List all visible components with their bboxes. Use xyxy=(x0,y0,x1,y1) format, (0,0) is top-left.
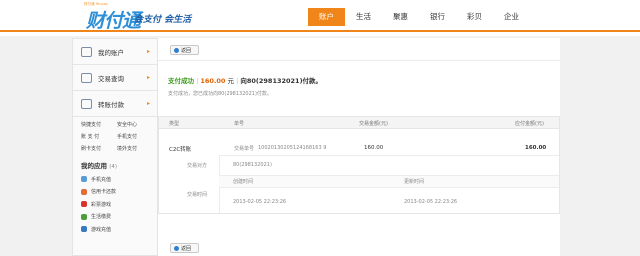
updated-label: 更新时间 xyxy=(404,179,425,185)
created-label: 创建时间 xyxy=(233,179,254,185)
link-security-center[interactable]: 安全中心 xyxy=(117,121,153,128)
link-card-pay[interactable]: 刷卡支付 xyxy=(81,145,117,152)
transaction-detail: 交易对方 80(298132021) 交易时间 创建时间 更新时间 2013-0… xyxy=(187,155,559,213)
header-payable: 应付金额(元) xyxy=(515,121,544,127)
row-payable: 160.00 xyxy=(525,145,547,151)
top-nav: 账户 生活 聚惠 银行 彩贝 企业 xyxy=(308,8,530,26)
app-item-label: 游戏充值 xyxy=(91,226,112,233)
my-apps-label: 我的应用 xyxy=(81,162,107,170)
game-icon xyxy=(81,226,87,233)
link-mobile-pay[interactable]: 手机支付 xyxy=(117,133,153,140)
back-button-bottom[interactable]: 返回 xyxy=(170,243,199,253)
app-item-lottery[interactable]: 彩票游戏 xyxy=(73,198,157,211)
app-item-label: 手机充值 xyxy=(91,176,112,183)
logo-slogan: 会支付 会生活 xyxy=(134,15,192,25)
status-recipient: 向80(298132021)付款。 xyxy=(240,77,323,85)
back-button-label: 返回 xyxy=(181,245,192,252)
sub-status: 支付成功，您已成功向80(298132021)付款。 xyxy=(168,91,272,97)
header: 财付通 Tenpay 财付通 会支付 会生活 账户 生活 聚惠 银行 彩贝 企业 xyxy=(0,0,640,36)
search-icon xyxy=(81,72,92,83)
app-item-label: 彩票游戏 xyxy=(91,201,112,208)
link-overseas-pay[interactable]: 境外支付 xyxy=(117,145,153,152)
counterparty-value: 80(298132021) xyxy=(233,162,272,168)
status-success: 支付成功 xyxy=(168,77,194,85)
nav-item-life[interactable]: 生活 xyxy=(345,8,382,26)
status-amount: 160.00 xyxy=(200,77,226,85)
sidebar-quick-links: 快捷支付 安全中心 账 支 付 手机支付 刷卡支付 境外支付 xyxy=(73,117,157,154)
row-amount: 160.00 xyxy=(364,145,384,151)
card-icon xyxy=(81,98,92,109)
sidebar: 我的账户 ▸ 交易查询 ▸ 转账付款 ▸ 快捷支付 安全中心 账 支 付 手机支… xyxy=(72,38,158,256)
row-order-no: 10020130205124168163 9 xyxy=(258,145,327,151)
sidebar-item-my-account[interactable]: 我的账户 ▸ xyxy=(73,39,157,65)
sidebar-item-label: 我的账户 xyxy=(98,48,124,57)
nav-item-deals[interactable]: 聚惠 xyxy=(382,8,419,26)
sidebar-item-label: 交易查询 xyxy=(98,74,124,83)
sidebar-item-transaction-query[interactable]: 交易查询 ▸ xyxy=(73,65,157,91)
transaction-table: 类型 单号 交易金额(元) 应付金额(元) C2C转账 交易单号 1002013… xyxy=(158,116,560,214)
user-icon xyxy=(81,46,92,57)
chevron-right-icon: ▸ xyxy=(146,74,150,81)
credit-card-icon xyxy=(81,188,87,195)
time-label: 交易时间 xyxy=(187,192,208,198)
status-unit: 元 xyxy=(227,77,235,85)
chevron-right-icon: ▸ xyxy=(146,100,150,107)
table-row: C2C转账 交易单号 10020130205124168163 9 160.00… xyxy=(159,129,559,155)
link-account-pay[interactable]: 账 支 付 xyxy=(81,133,117,140)
created-time: 2013-02-05 22:23:26 xyxy=(233,199,287,205)
row-type: C2C转账 xyxy=(169,147,192,153)
app-item-label: 信用卡还款 xyxy=(91,189,117,196)
main-panel: 返回 支付成功 | 160.00 元 | 向80(298132021)付款。 支… xyxy=(158,38,560,256)
header-order: 单号 xyxy=(234,121,245,127)
header-amount: 交易金额(元) xyxy=(359,121,388,127)
nav-item-account[interactable]: 账户 xyxy=(308,8,345,26)
back-button[interactable]: 返回 xyxy=(170,45,199,55)
sidebar-item-transfer[interactable]: 转账付款 ▸ xyxy=(73,91,157,117)
back-button-label: 返回 xyxy=(181,47,192,54)
header-type: 类型 xyxy=(169,121,180,127)
app-item-mobile-topup[interactable]: 手机充值 xyxy=(73,173,157,186)
app-item-credit-card[interactable]: 信用卡还款 xyxy=(73,186,157,199)
my-apps-count: (4) xyxy=(109,164,118,170)
app-item-utilities[interactable]: 生活缴费 xyxy=(73,211,157,224)
nav-item-business[interactable]: 企业 xyxy=(493,8,530,26)
sidebar-item-label: 转账付款 xyxy=(98,100,124,109)
link-quick-pay[interactable]: 快捷支付 xyxy=(81,121,117,128)
back-arrow-icon xyxy=(174,245,179,251)
utilities-icon xyxy=(81,213,87,220)
payment-status: 支付成功 | 160.00 元 | 向80(298132021)付款。 xyxy=(168,77,323,85)
nav-divider xyxy=(0,30,640,32)
app-item-label: 生活缴费 xyxy=(91,214,112,221)
table-header: 类型 单号 交易金额(元) 应付金额(元) xyxy=(159,117,559,129)
lottery-icon xyxy=(81,201,87,208)
counterparty-label: 交易对方 xyxy=(187,163,208,169)
my-apps-title: 我的应用 (4) xyxy=(73,154,157,173)
logo-main-text: 财付通 xyxy=(86,10,141,32)
row-order-label: 交易单号 xyxy=(234,146,255,152)
chevron-right-icon: ▸ xyxy=(146,48,150,55)
nav-item-caibei[interactable]: 彩贝 xyxy=(456,8,493,26)
app-item-game-topup[interactable]: 游戏充值 xyxy=(73,223,157,236)
phone-icon xyxy=(81,176,87,183)
back-arrow-icon xyxy=(174,47,179,53)
tenpay-logo[interactable]: 财付通 Tenpay 财付通 会支付 会生活 xyxy=(80,2,192,32)
nav-item-bank[interactable]: 银行 xyxy=(419,8,456,26)
updated-time: 2013-02-05 22:23:26 xyxy=(404,199,458,205)
divider xyxy=(158,60,560,61)
